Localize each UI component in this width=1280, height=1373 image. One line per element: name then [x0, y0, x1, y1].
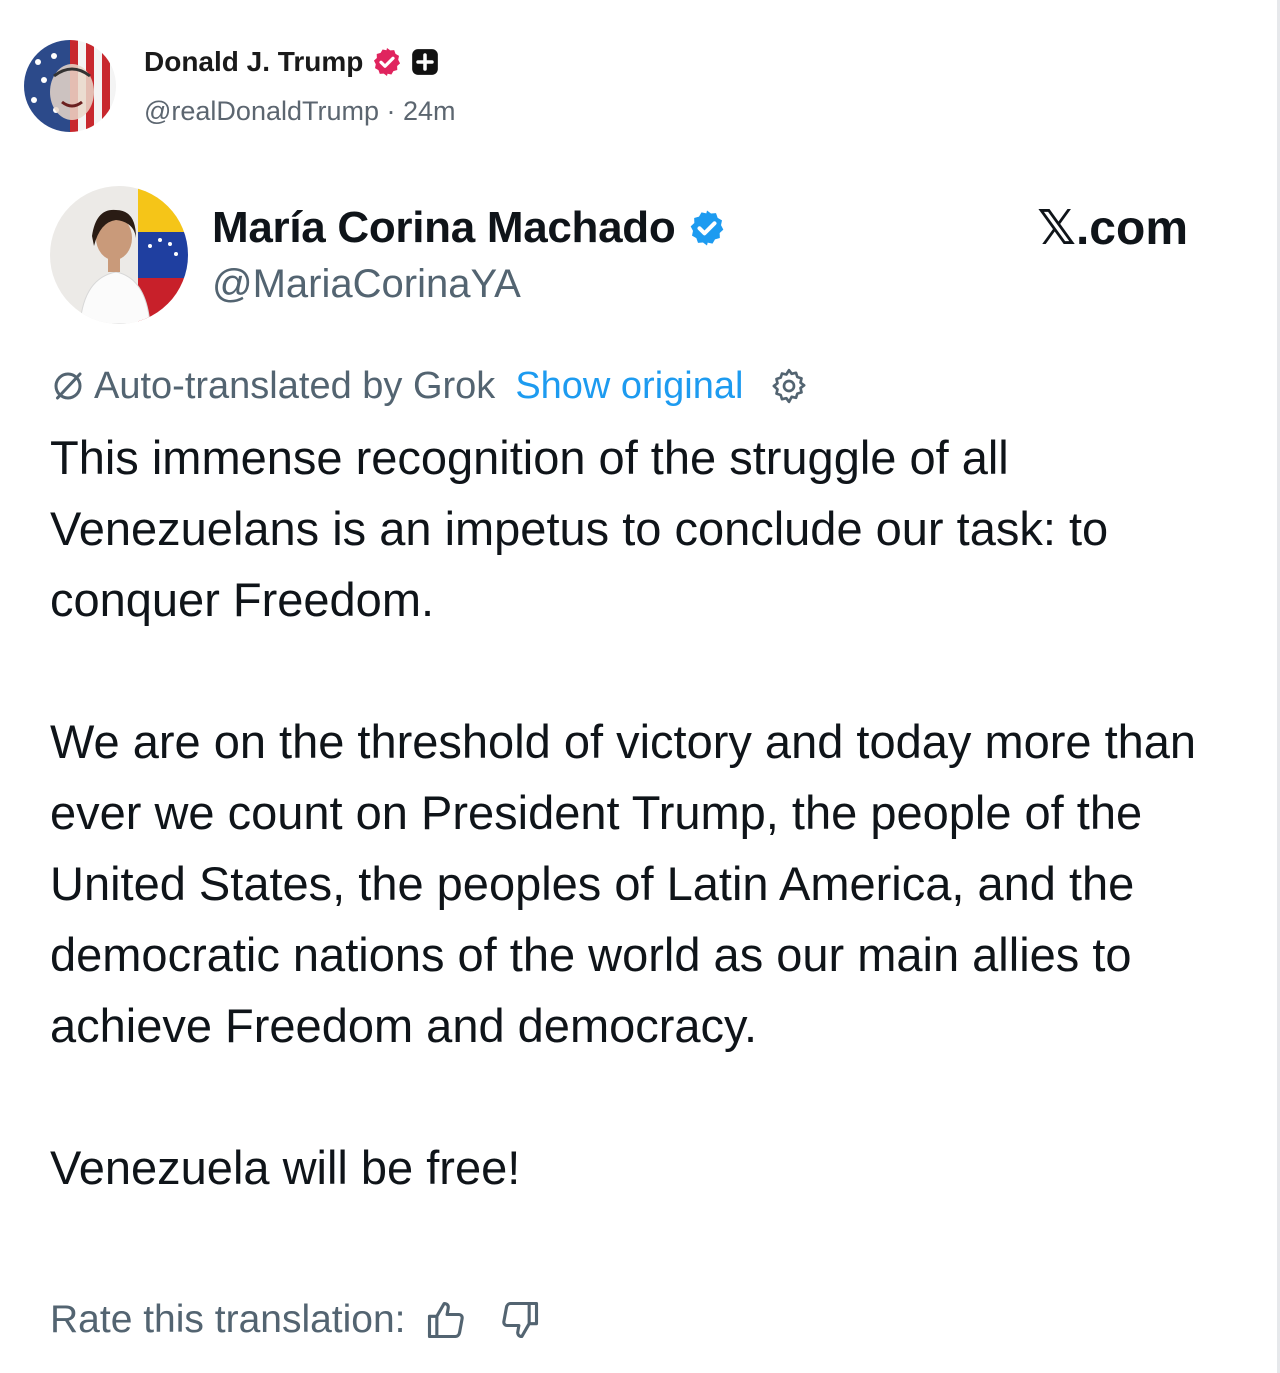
- gear-icon[interactable]: [769, 366, 809, 406]
- embed-author-handle[interactable]: @MariaCorinaYA: [212, 262, 521, 307]
- meta-separator: ·: [379, 96, 403, 126]
- translation-label: Auto-translated by Grok: [94, 364, 496, 407]
- post-time[interactable]: 24m: [403, 96, 456, 126]
- rate-translation-label: Rate this translation:: [50, 1298, 406, 1341]
- rate-translation-row: Rate this translation:: [50, 1294, 542, 1346]
- verified-badge-icon: [374, 48, 401, 76]
- body-paragraph: We are on the threshold of victory and t…: [50, 715, 1197, 1052]
- plus-badge-icon: [412, 49, 439, 75]
- author-avatar[interactable]: [24, 40, 116, 132]
- embed-author-name[interactable]: María Corina Machado: [212, 203, 676, 253]
- body-paragraph: Venezuela will be free!: [50, 1141, 521, 1194]
- x-com-logo: 𝕏.com: [1037, 202, 1188, 255]
- author-meta: @realDonaldTrump · 24m: [144, 96, 456, 127]
- author-name[interactable]: Donald J. Trump: [144, 46, 363, 78]
- body-paragraph: This immense recognition of the struggle…: [50, 431, 1109, 626]
- translate-icon: [54, 372, 82, 400]
- author-name-row: Donald J. Trump: [144, 42, 439, 82]
- embed-author-name-row: María Corina Machado: [212, 200, 727, 256]
- translation-bar: Auto-translated by Grok Show original: [50, 362, 809, 410]
- thumbs-up-icon[interactable]: [424, 1298, 468, 1342]
- thumbs-down-icon[interactable]: [498, 1298, 542, 1342]
- verified-badge-icon: [691, 210, 724, 246]
- post-body: This immense recognition of the struggle…: [50, 422, 1240, 1203]
- embed-author-avatar[interactable]: [50, 186, 188, 324]
- post-header: Donald J. Trump @realDonaldTrump · 24m: [24, 40, 1224, 136]
- author-handle[interactable]: @realDonaldTrump: [144, 96, 379, 126]
- show-original-link[interactable]: Show original: [515, 365, 743, 408]
